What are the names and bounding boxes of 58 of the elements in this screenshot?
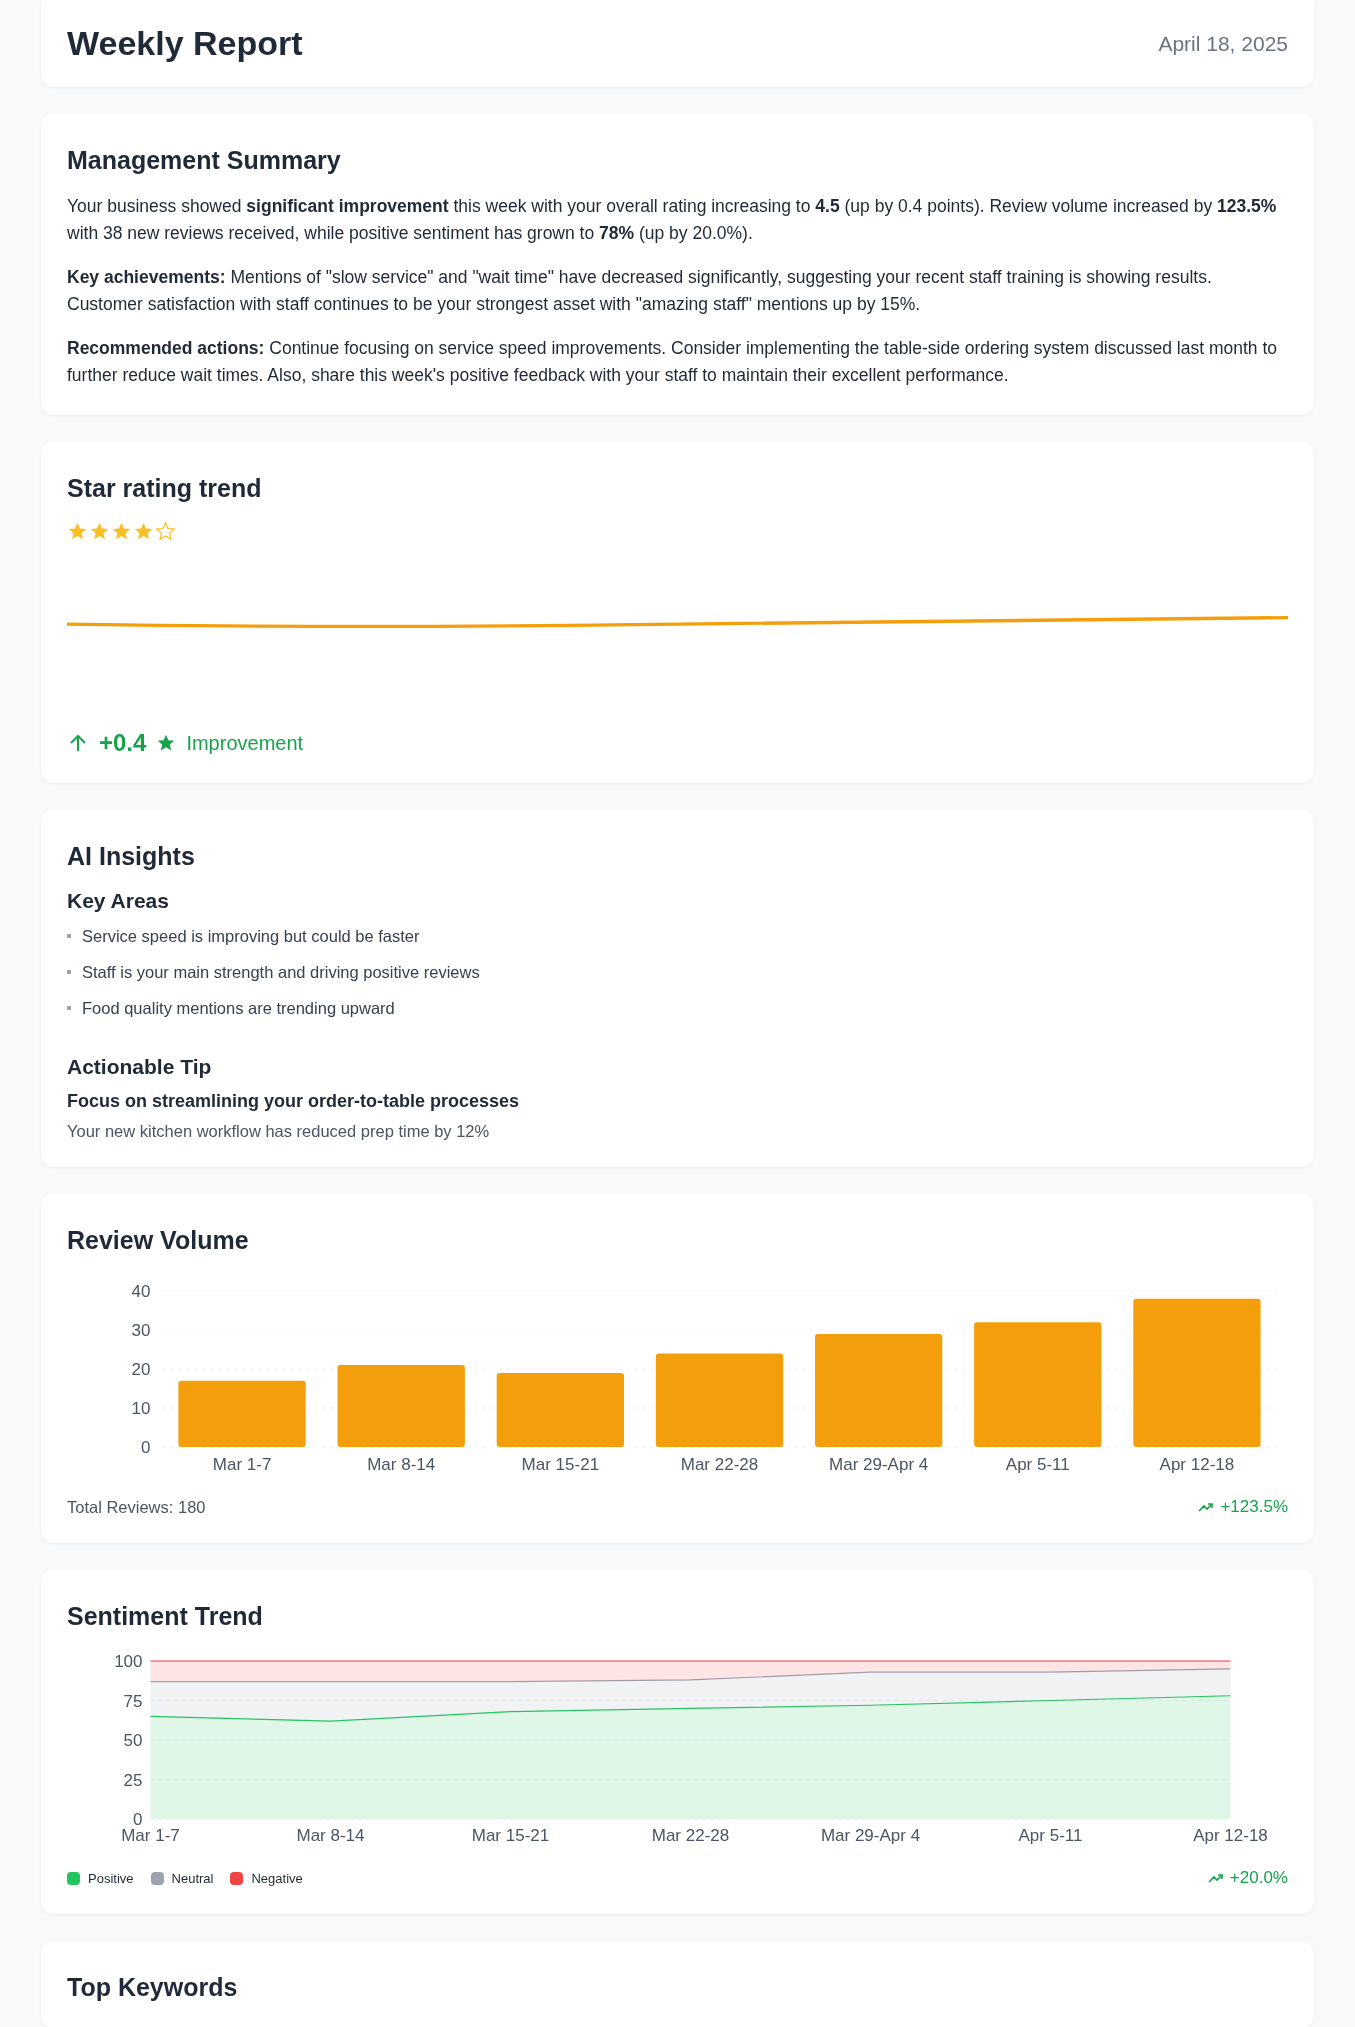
- axis-label: Apr 12-18: [1193, 1826, 1268, 1844]
- page-title: Weekly Report: [67, 24, 303, 63]
- axis-label: 10: [131, 1399, 151, 1418]
- report-date: April 18, 2025: [1158, 31, 1288, 56]
- axis-label: Mar 22-28: [680, 1455, 759, 1473]
- section-title: Review Volume: [67, 1226, 250, 1255]
- star-icon: [111, 521, 132, 542]
- axis-label: 20: [131, 1360, 151, 1379]
- tip-heading: Focus on streamlining your order-to-table processes: [67, 1091, 521, 1112]
- axis-label: Apr 12-18: [1159, 1455, 1235, 1473]
- axis-label: Mar 1-7: [212, 1455, 272, 1473]
- subsection-title: Key Areas: [67, 889, 170, 913]
- axis-label: Mar 22-28: [651, 1826, 730, 1844]
- axis-label: Apr 5-11: [1005, 1455, 1070, 1473]
- legend-label: Negative: [251, 1870, 303, 1886]
- axis-label: Mar 15-21: [471, 1826, 550, 1844]
- legend-label: Neutral: [171, 1870, 214, 1886]
- axis-label: 30: [131, 1321, 151, 1340]
- star-icon: [133, 521, 154, 542]
- axis-label: 0: [141, 1438, 151, 1457]
- axis-label: Mar 8-14: [367, 1455, 436, 1473]
- axis-label: 100: [114, 1652, 143, 1671]
- axis-label: Mar 29-Apr 4: [820, 1826, 921, 1844]
- change-value: +20.0%: [1229, 1868, 1288, 1888]
- change-value: +123.5%: [1220, 1497, 1288, 1517]
- bullet-icon: [67, 1006, 71, 1010]
- axis-label: Mar 15-21: [521, 1455, 600, 1473]
- axis-label: 50: [123, 1731, 143, 1750]
- axis-label: 0: [133, 1810, 143, 1829]
- star-icon: [89, 521, 110, 542]
- subsection-title: Actionable Tip: [67, 1055, 213, 1079]
- star-icon: [67, 521, 88, 542]
- section-title: Star rating trend: [67, 474, 263, 503]
- total-reviews: Total Reviews: 180: [67, 1497, 206, 1517]
- axis-label: 40: [131, 1282, 151, 1301]
- change-label: Improvement: [186, 731, 304, 755]
- rating-change: +0.4: [99, 729, 147, 757]
- axis-label: Mar 29-Apr 4: [829, 1455, 929, 1473]
- bullet-icon: [67, 970, 71, 974]
- section-title: Top Keywords: [67, 1973, 239, 2002]
- axis-label: 75: [123, 1691, 143, 1711]
- section-title: Sentiment Trend: [67, 1602, 264, 1631]
- insight-item: Staff is your main strength and driving positive reviews: [82, 962, 480, 983]
- section-title: Management Summary: [67, 146, 342, 175]
- legend-label: Positive: [88, 1870, 134, 1886]
- bullet-icon: [67, 934, 71, 938]
- section-title: AI Insights: [67, 842, 196, 871]
- summary-paragraph: Key achievements: Mentions of "slow service" and "wait time" have decreased significantly, suggesting your recent staff training is showing results. Customer satisfaction with staff continues to be your strongest asset with "amazing staff" mentions up by 15%.: [67, 266, 1213, 316]
- insight-item: Food quality mentions are trending upward: [82, 998, 395, 1019]
- summary-paragraph: Recommended actions: Continue focusing on service speed improvements. Consider implementing the table-side ordering system discussed last month to further reduce wait times. Also, share this week's positive feedback with your staff to maintain their excellent performance.: [67, 337, 1278, 387]
- axis-label: Apr 5-11: [1018, 1826, 1083, 1844]
- tip-text: Your new kitchen workflow has reduced prep time by 12%: [67, 1122, 491, 1141]
- axis-label: Mar 8-14: [296, 1826, 365, 1844]
- insight-item: Service speed is improving but could be faster: [82, 926, 420, 947]
- axis-label: 25: [123, 1770, 143, 1790]
- summary-paragraph: Your business showed significant improvement this week with your overall rating increasing to 4.5 (up by 0.4 points). Review volume increased by 123.5% with 38 new reviews received, while positive sentiment has grown to 78% (up by 20.0%).: [67, 195, 1278, 245]
- empty-star-icon: [155, 521, 176, 542]
- axis-label: Mar 1-7: [121, 1826, 180, 1844]
